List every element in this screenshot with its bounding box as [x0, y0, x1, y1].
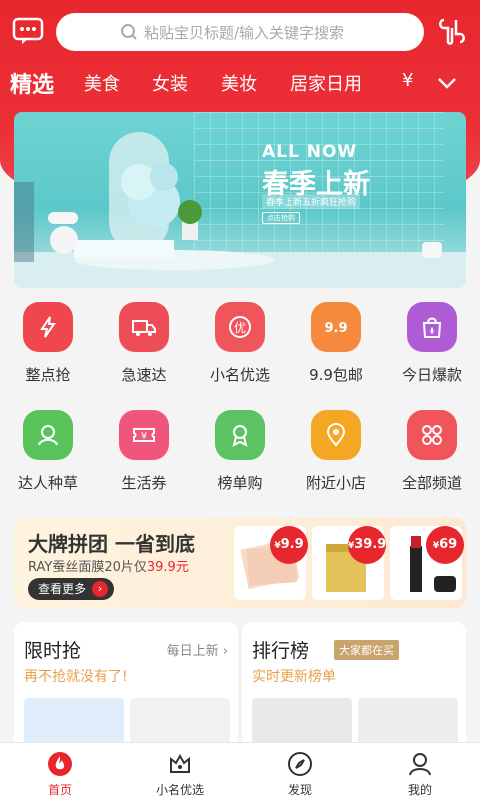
flash-sale-card[interactable]: 限时抢 每日上新 › 再不抢就没有了! [14, 622, 238, 762]
grid-item-label: 小名优选 [209, 366, 270, 384]
grid-item-label: 生活券 [121, 474, 167, 492]
person-icon [23, 410, 73, 460]
grid-item-rank-buy[interactable]: 榜单购 [192, 410, 288, 500]
ranking-title: 排行榜 [252, 640, 310, 662]
grid-item-hot-today[interactable]: 今日爆款 [384, 302, 480, 392]
grid-item-label: 整点抢 [25, 366, 71, 384]
tab-label: 发现 [287, 783, 312, 797]
grid-item-express[interactable]: 急速达 [96, 302, 192, 392]
grid-item-influencer[interactable]: 达人种草 [0, 410, 96, 500]
grid-item-selected[interactable]: 优 小名优选 [192, 302, 288, 392]
banner-scene-image [14, 132, 442, 270]
tab-label: 首页 [47, 783, 72, 797]
svg-text:¥: ¥ [141, 431, 147, 442]
grid-item-label: 9.9包邮 [309, 366, 363, 384]
search-icon [121, 24, 137, 40]
bottom-tab-bar: 首页 小名优选 发现 我的 [0, 742, 480, 800]
category-tab-more[interactable]: ¥ [402, 70, 413, 91]
grid-item-all-channels[interactable]: 全部频道 [384, 410, 480, 500]
medal-icon [215, 410, 265, 460]
grid-item-coupon[interactable]: ¥ 生活券 [96, 410, 192, 500]
grid-item-label: 达人种草 [17, 474, 78, 492]
tab-selected[interactable]: 小名优选 [120, 743, 240, 800]
home-flame-icon [48, 752, 72, 776]
search-bar[interactable]: 粘贴宝贝标题/输入关键字搜索 [56, 13, 424, 51]
chevron-down-icon[interactable] [434, 70, 460, 96]
category-tab-featured[interactable]: 精选 [10, 67, 54, 99]
lightning-icon [23, 302, 73, 352]
tab-mine[interactable]: 我的 [360, 743, 480, 800]
category-tab-women[interactable]: 女装 [152, 70, 188, 96]
category-tab-food[interactable]: 美食 [84, 70, 120, 96]
flash-sale-title: 限时抢 [24, 640, 82, 662]
banner-button[interactable]: 点击抢购 [262, 212, 300, 224]
svg-text:优: 优 [234, 321, 246, 335]
ranking-subtitle: 实时更新榜单 [252, 669, 336, 685]
arrow-right-icon: › [92, 581, 109, 597]
banner-headline-en: ALL NOW [262, 142, 358, 162]
grid-item-label: 今日爆款 [401, 366, 462, 384]
tab-label: 我的 [407, 783, 432, 797]
user-icon [409, 753, 431, 776]
search-placeholder: 粘贴宝贝标题/输入关键字搜索 [144, 23, 345, 42]
crown-icon [170, 753, 190, 773]
category-tab-beauty[interactable]: 美妆 [221, 70, 257, 96]
grid-item-label: 急速达 [121, 366, 167, 384]
grid-item-label: 榜单购 [217, 474, 263, 492]
grid-item-label: 附近小店 [305, 474, 366, 492]
scan-icon[interactable] [436, 16, 468, 46]
top-bar: 粘贴宝贝标题/输入关键字搜索 [0, 0, 480, 64]
tab-discover[interactable]: 发现 [240, 743, 360, 800]
compass-icon [288, 752, 312, 776]
banner-subline: 春季上新五折疯狂抢购 [262, 194, 361, 209]
tab-home[interactable]: 首页 [0, 743, 120, 800]
nine-nine-icon: 9.9 [311, 302, 361, 352]
price-badge: ¥9.9 [270, 526, 308, 564]
coupon-icon: ¥ [119, 410, 169, 460]
message-icon[interactable] [12, 16, 44, 46]
promo-title: 大牌拼团 一省到底 [28, 532, 195, 556]
price-badge: ¥39.9 [348, 526, 386, 564]
banner[interactable]: ALL NOW 春季上新 春季上新五折疯狂抢购 点击抢购 [14, 112, 466, 288]
promo-price: 39.9元 [146, 560, 189, 575]
daily-new-link[interactable]: 每日上新 › [167, 640, 228, 659]
you-icon: 优 [215, 302, 265, 352]
grid-item-hourly-deals[interactable]: 整点抢 [0, 302, 96, 392]
location-icon [311, 410, 361, 460]
grid-item-label: 全部频道 [401, 474, 462, 492]
promo-subtitle: RAY蚕丝面膜20片仅39.9元 [28, 560, 189, 575]
category-tab-home[interactable]: 居家日用 [290, 70, 362, 96]
truck-icon [119, 302, 169, 352]
category-tabs: 精选 美食 女装 美妆 居家日用 ¥ [0, 64, 480, 104]
ranking-card[interactable]: 排行榜 大家都在买 实时更新榜单 [242, 622, 466, 762]
grid-icon [407, 410, 457, 460]
grid-item-nine-nine[interactable]: 9.9 9.9包邮 [288, 302, 384, 392]
group-buy-promo[interactable]: 大牌拼团 一省到底 RAY蚕丝面膜20片仅39.9元 查看更多 › ¥9.9 ¥3… [14, 518, 466, 608]
price-badge: ¥69 [426, 526, 464, 564]
bag-icon [407, 302, 457, 352]
view-more-button[interactable]: 查看更多 › [28, 578, 115, 600]
svg-text:9.9: 9.9 [324, 321, 347, 336]
tab-label: 小名优选 [155, 783, 204, 797]
flash-sale-subtitle: 再不抢就没有了! [24, 669, 128, 685]
grid-item-nearby[interactable]: 附近小店 [288, 410, 384, 500]
ranking-tag: 大家都在买 [334, 640, 399, 660]
